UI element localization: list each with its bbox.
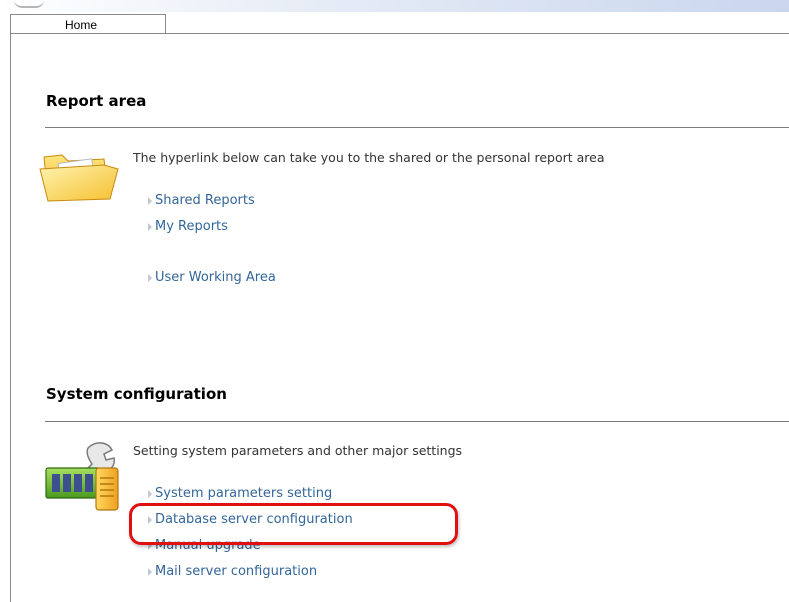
tabstrip-divider xyxy=(10,33,789,34)
highlight-annotation xyxy=(129,503,458,545)
report-area-description: The hyperlink below can take you to the … xyxy=(133,150,605,165)
my-reports-label: My Reports xyxy=(155,219,228,234)
chevron-right-icon xyxy=(148,567,152,576)
settings-hardware-icon xyxy=(45,442,119,511)
mail-server-configuration-link[interactable]: Mail server configuration xyxy=(148,564,317,579)
system-configuration-description: Setting system parameters and other majo… xyxy=(133,443,463,458)
chevron-right-icon xyxy=(148,222,152,231)
user-working-area-label: User Working Area xyxy=(155,270,276,285)
shared-reports-link[interactable]: Shared Reports xyxy=(148,193,255,208)
report-area-divider xyxy=(45,127,789,128)
window-top-bar xyxy=(0,0,789,12)
chevron-right-icon xyxy=(148,196,152,205)
system-configuration-title: System configuration xyxy=(46,385,227,403)
chevron-right-icon xyxy=(148,489,152,498)
content-border xyxy=(10,33,11,602)
system-parameters-setting-link[interactable]: System parameters setting xyxy=(148,486,332,501)
system-configuration-divider xyxy=(45,421,789,422)
my-reports-link[interactable]: My Reports xyxy=(148,219,228,234)
window-corner-decoration xyxy=(14,0,44,8)
system-parameters-setting-label: System parameters setting xyxy=(155,486,333,501)
user-working-area-link[interactable]: User Working Area xyxy=(148,270,276,285)
report-area-title: Report area xyxy=(46,92,147,110)
shared-reports-label: Shared Reports xyxy=(155,193,255,208)
mail-server-configuration-label: Mail server configuration xyxy=(155,564,318,579)
chevron-right-icon xyxy=(148,273,152,282)
folder-icon xyxy=(39,154,119,202)
tab-home[interactable]: Home xyxy=(10,14,166,34)
tab-home-label: Home xyxy=(65,18,98,32)
